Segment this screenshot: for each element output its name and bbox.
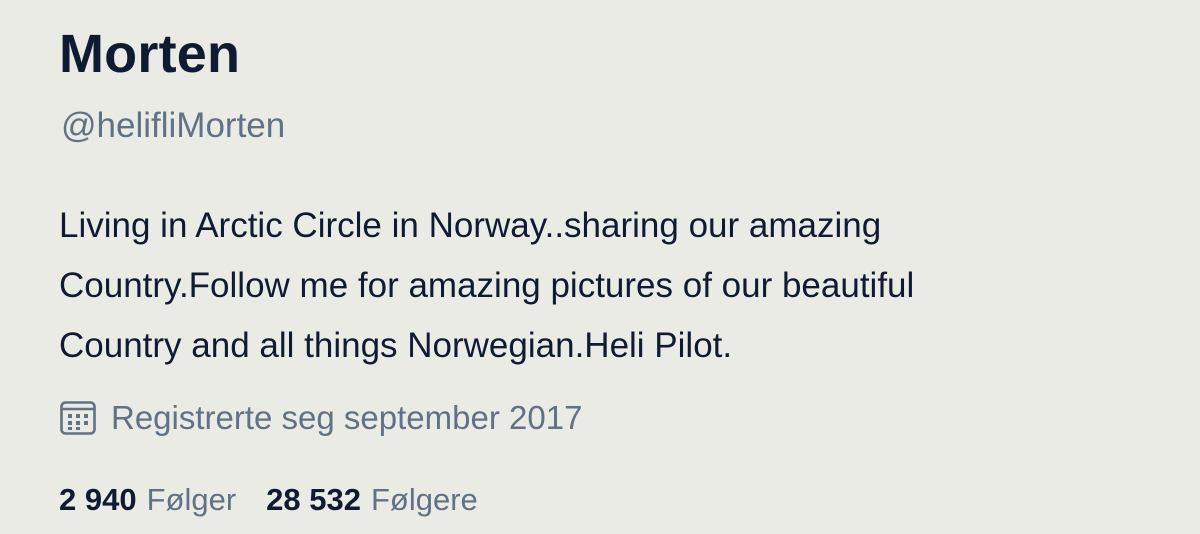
profile-stats: 2 940 Følger 28 532 Følgere bbox=[59, 478, 508, 522]
following-label: Følger bbox=[146, 482, 237, 517]
bio-line: Country and all things Norwegian.Heli Pi… bbox=[59, 326, 733, 365]
bio-line: Country.Follow me for amazing pictures o… bbox=[59, 266, 915, 305]
following-count: 2 940 bbox=[59, 482, 137, 517]
followers-link[interactable]: 28 532 Følgere bbox=[266, 478, 478, 522]
calendar-icon bbox=[59, 399, 97, 437]
followers-label: Følgere bbox=[370, 482, 478, 517]
following-link[interactable]: 2 940 Følger bbox=[59, 478, 236, 522]
profile-handle: @helifliMorten bbox=[61, 106, 286, 145]
joined-text: Registrerte seg september 2017 bbox=[111, 399, 583, 436]
followers-count: 28 532 bbox=[266, 482, 361, 517]
joined-date: Registrerte seg september 2017 bbox=[59, 396, 582, 440]
bio-line: Living in Arctic Circle in Norway..shari… bbox=[59, 206, 882, 245]
profile-name: Morten bbox=[59, 24, 241, 84]
profile-bio: Living in Arctic Circle in Norway..shari… bbox=[59, 196, 1159, 376]
